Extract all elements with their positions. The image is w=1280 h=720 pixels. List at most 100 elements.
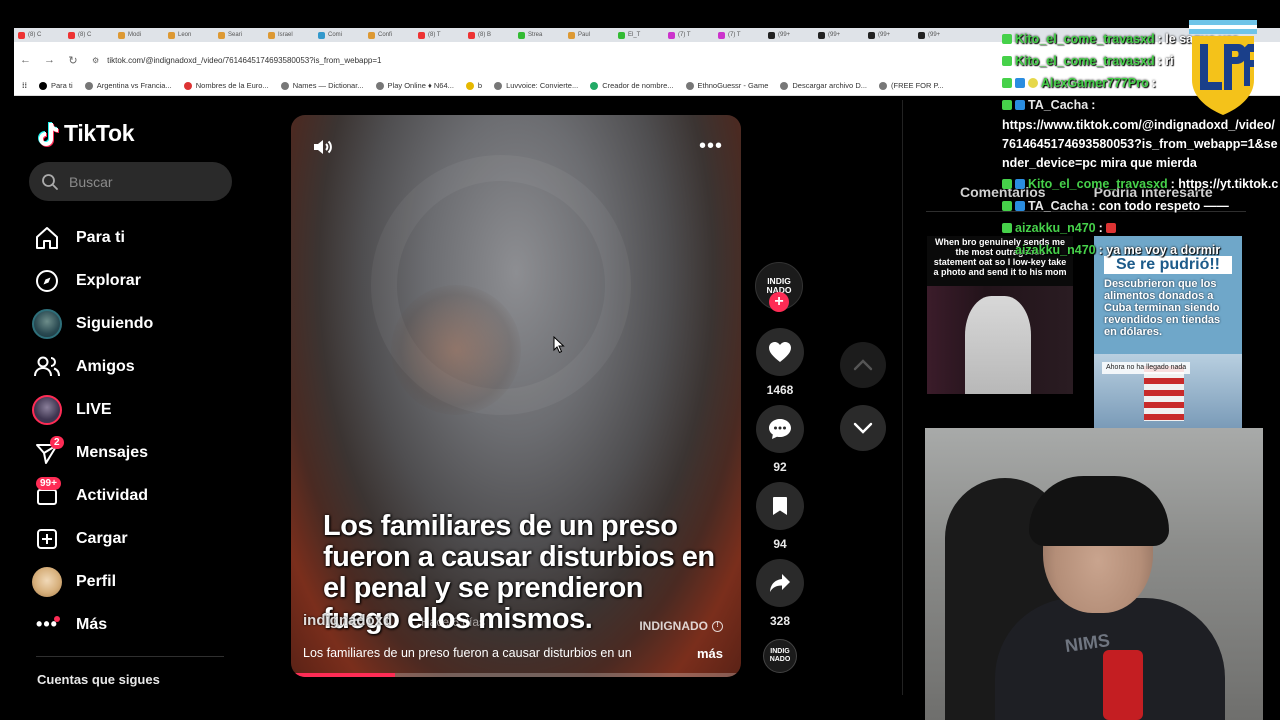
badge-icon: [1002, 78, 1012, 88]
tiktok-logo[interactable]: TikTok: [36, 120, 135, 147]
follow-plus-button[interactable]: +: [769, 292, 789, 312]
browser-tab[interactable]: (99+: [768, 31, 812, 39]
browser-tab[interactable]: (99+: [918, 31, 962, 39]
video-watermark: INDIGNADO !: [639, 619, 723, 633]
sidebar-item-live[interactable]: LIVE: [32, 388, 242, 431]
sidebar-item-explorar[interactable]: Explorar: [32, 259, 242, 302]
browser-tab[interactable]: El_T: [618, 31, 662, 39]
compass-icon: [32, 266, 62, 296]
back-icon[interactable]: ←: [20, 54, 31, 66]
browser-tab[interactable]: Israel: [268, 31, 312, 39]
paper-plane-icon: 2: [32, 435, 64, 468]
site-settings-icon[interactable]: ⚙: [92, 56, 99, 65]
url-field[interactable]: ⚙ tiktok.com/@indignadoxd_/video/7614645…: [92, 56, 382, 65]
more-dots-icon: •••: [32, 610, 62, 640]
bookmark-item[interactable]: Descargar archivo D...: [780, 81, 867, 90]
browser-tab[interactable]: (8) T: [418, 31, 462, 39]
browser-tab[interactable]: Modi: [118, 31, 162, 39]
comment-button[interactable]: 92: [756, 405, 804, 474]
bookmark-item[interactable]: EthnoGuessr - Game: [685, 81, 768, 90]
video-progress-bar[interactable]: [291, 673, 741, 677]
info-icon[interactable]: !: [712, 620, 723, 632]
thumbnail-subtext: Ahora no ha llegado nada: [1102, 362, 1191, 374]
tiktok-wordmark: TikTok: [64, 120, 135, 146]
bookmark-item[interactable]: (FREE FOR P...: [878, 81, 944, 90]
browser-tab[interactable]: (8) C: [68, 31, 112, 39]
like-button[interactable]: 1468: [756, 328, 804, 397]
comment-count: 92: [773, 460, 787, 474]
sound-avatar[interactable]: INDIG NADO: [763, 639, 797, 673]
search-icon: [42, 173, 58, 190]
browser-tab[interactable]: (99+: [868, 31, 912, 39]
browser-tab[interactable]: Comi: [318, 31, 362, 39]
bookmark-item[interactable]: Para ti: [39, 81, 73, 90]
sidebar-item-para-ti[interactable]: Para ti: [32, 216, 242, 259]
emote-icon: [1105, 223, 1116, 233]
browser-tab[interactable]: (8) C: [18, 31, 62, 39]
bookmark-item[interactable]: Nombres de la Euro...: [183, 81, 269, 90]
browser-tab[interactable]: (99+: [818, 31, 862, 39]
browser-tab[interactable]: Seari: [218, 31, 262, 39]
sidebar-item-mensajes[interactable]: 2 Mensajes: [32, 431, 242, 474]
bookmark-item[interactable]: Creador de nombre...: [590, 81, 674, 90]
bookmark-item[interactable]: Argentina vs Francia...: [84, 81, 172, 90]
sidebar-item-cargar[interactable]: Cargar: [32, 517, 242, 560]
flag-image: [1144, 366, 1184, 421]
comment-bubble-icon: [756, 405, 804, 453]
sidebar-item-siguiendo[interactable]: Siguiendo: [32, 302, 242, 345]
url-text: tiktok.com/@indignadoxd_/video/761464517…: [107, 55, 382, 65]
video-player[interactable]: ••• Los familiares de un preso fueron a …: [291, 115, 741, 677]
badge-icon: [1002, 56, 1012, 66]
like-count: 1468: [766, 383, 794, 397]
mouse-cursor-icon: [553, 336, 565, 354]
previous-video-button[interactable]: [840, 342, 886, 388]
badge-icon: [1002, 179, 1012, 189]
video-actions: INDIG NADO + 1468 92 94 328 INDIG NADO: [755, 262, 805, 673]
badge-icon: [1015, 100, 1025, 110]
bookmark-item[interactable]: Names — Dictionar...: [280, 81, 364, 90]
sidebar-item-amigos[interactable]: Amigos: [32, 345, 242, 388]
chevron-up-icon: [853, 359, 873, 371]
sidebar-item-perfil[interactable]: Perfil: [32, 560, 242, 603]
chat-message: aizakku_n470:: [1002, 217, 1280, 239]
more-options-icon[interactable]: •••: [699, 136, 723, 156]
browser-tab[interactable]: Paul: [568, 31, 612, 39]
bookmark-item[interactable]: Play Online ♦ N64...: [375, 81, 454, 90]
chevron-down-icon: [853, 422, 873, 434]
volume-icon[interactable]: [311, 135, 335, 159]
bookmark-item[interactable]: Luvvoice: Convierte...: [494, 81, 578, 90]
see-more-link[interactable]: más: [697, 646, 723, 661]
badge-icon: [1015, 179, 1025, 189]
browser-tab[interactable]: Strea: [518, 31, 562, 39]
save-button[interactable]: 94: [756, 482, 804, 551]
apps-icon[interactable]: ⁞⁞: [22, 81, 27, 90]
chat-message: Kito_el_come_travasxd: https://yt.tiktok…: [1002, 173, 1280, 195]
badge-icon: [1015, 78, 1025, 88]
browser-tab[interactable]: Leon: [168, 31, 212, 39]
bookmark-icon: [756, 482, 804, 530]
microphone: [1103, 650, 1143, 720]
thumbnail-subject: [965, 296, 1031, 394]
sidebar-item-mas[interactable]: ••• Más: [32, 603, 242, 646]
browser-tab[interactable]: (7) T: [718, 31, 762, 39]
streamer-hair: [1029, 476, 1169, 546]
tiktok-sidebar: TikTok Buscar Para ti Explorar Siguiendo…: [14, 100, 264, 695]
live-avatar: [32, 394, 62, 425]
reload-icon[interactable]: ↻: [68, 54, 78, 67]
video-author[interactable]: indignadoxd: [303, 612, 392, 629]
search-input[interactable]: Buscar: [29, 162, 232, 201]
browser-tab[interactable]: (7) T: [668, 31, 712, 39]
browser-tab[interactable]: (8) B: [468, 31, 512, 39]
next-video-button[interactable]: [840, 405, 886, 451]
forward-icon[interactable]: →: [44, 54, 55, 66]
badge-icon: [1002, 34, 1012, 44]
browser-tab[interactable]: Confi: [368, 31, 412, 39]
home-icon: [32, 223, 62, 253]
sidebar-item-actividad[interactable]: 99+ Actividad: [32, 474, 242, 517]
suggested-video-thumbnail[interactable]: Se re pudrió!! Descubrieron que los alim…: [1094, 236, 1242, 428]
badge-icon: [1002, 100, 1012, 110]
share-button[interactable]: 328: [756, 559, 804, 628]
heart-icon: [756, 328, 804, 376]
panel-divider: [902, 100, 903, 695]
bookmark-item[interactable]: b: [465, 81, 482, 90]
